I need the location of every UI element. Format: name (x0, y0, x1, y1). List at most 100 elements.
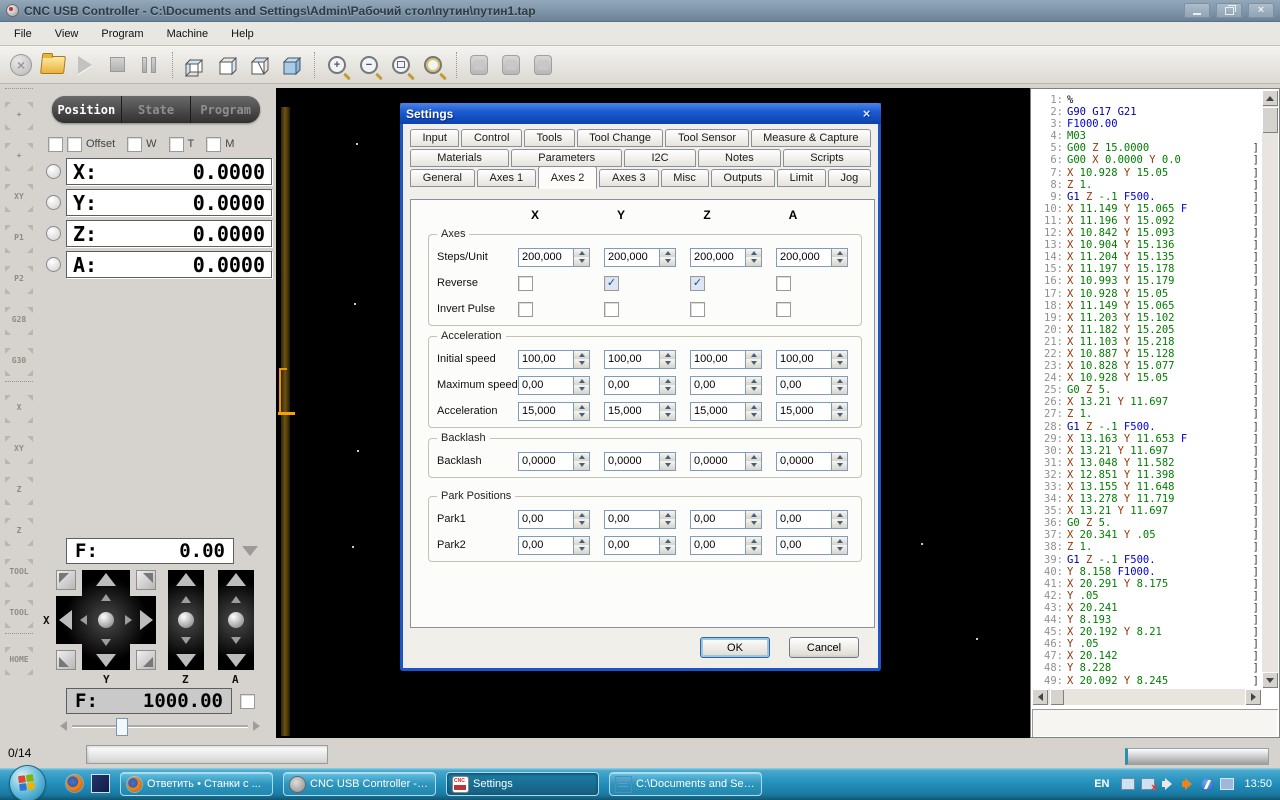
side-button-g28-5[interactable]: G28 (4, 306, 34, 336)
checkbox-w[interactable] (127, 136, 143, 152)
jog-x-plus-slow-icon[interactable] (125, 615, 132, 625)
gcode-line[interactable]: 24: X 10.928 Y 15.05] (1033, 372, 1261, 384)
axis-radio-z[interactable] (46, 226, 61, 241)
jog-x-minus-icon[interactable] (59, 610, 72, 630)
jog-diagonal-up-right-button[interactable] (136, 570, 156, 590)
gcode-listing[interactable]: 1:% 2: G90 G17 G21 3: F1000.00 4: M03 5: G00 Z 1… (1033, 91, 1261, 690)
menu-file[interactable]: File (12, 26, 34, 42)
checkbox-reverse-a[interactable] (776, 275, 791, 291)
spin-up-icon[interactable] (574, 248, 589, 257)
spin-input-initial-speed-z[interactable]: 100,00 (690, 349, 762, 369)
spin-down-icon[interactable] (660, 545, 675, 554)
tab-measure-capture[interactable]: Measure & Capture (750, 129, 871, 147)
menu-program[interactable]: Program (99, 26, 145, 42)
spin-input-park2-y[interactable]: 0,00 (604, 535, 676, 555)
tab-input[interactable]: Input (410, 129, 460, 147)
spin-down-icon[interactable] (660, 385, 675, 394)
tab-i2c[interactable]: I2C (624, 149, 696, 167)
minimize-button[interactable] (1184, 3, 1210, 18)
power-icon[interactable] (1201, 777, 1215, 791)
cancel-button[interactable]: Cancel (789, 637, 859, 658)
panel-tab-position[interactable]: Position (52, 96, 122, 123)
jog-z-minus-slow-icon[interactable] (181, 637, 191, 644)
jog-diagonal-up-left-button[interactable] (56, 570, 76, 590)
spin-input-park2-a[interactable]: 0,00 (776, 535, 848, 555)
gcode-line[interactable]: 33: X 13.155 Y 11.648] (1033, 481, 1261, 493)
spin-down-icon[interactable] (660, 519, 675, 528)
spin-up-icon[interactable] (660, 350, 675, 359)
spin-down-icon[interactable] (746, 411, 761, 420)
gcode-line[interactable]: 41: X 20.291 Y 8.175] (1033, 578, 1261, 590)
zoom-selection-button[interactable] (418, 50, 448, 80)
spin-up-icon[interactable] (832, 510, 847, 519)
spin-input-backlash-x[interactable]: 0,0000 (518, 451, 590, 471)
slider-thumb[interactable] (116, 718, 128, 736)
gcode-line[interactable]: 34: X 13.278 Y 11.719] (1033, 493, 1261, 505)
spin-down-icon[interactable] (832, 385, 847, 394)
spin-up-icon[interactable] (832, 536, 847, 545)
gcode-line[interactable]: 13: X 10.904 Y 15.136] (1033, 239, 1261, 251)
menu-view[interactable]: View (53, 26, 81, 42)
spin-input-park1-x[interactable]: 0,00 (518, 509, 590, 529)
network-error-icon[interactable] (1141, 778, 1157, 794)
quicklaunch-app-icon[interactable] (92, 775, 109, 792)
gcode-line[interactable]: 23: X 10.828 Y 15.077] (1033, 360, 1261, 372)
tab-axes-1[interactable]: Axes 1 (476, 169, 536, 187)
axis-radio-a[interactable] (46, 257, 61, 272)
tab-control[interactable]: Control (461, 129, 522, 147)
gcode-line[interactable]: 29: X 13.163 Y 11.653 F] (1033, 433, 1261, 445)
side-button-xy-2[interactable]: XY (4, 183, 34, 213)
pause-button[interactable] (134, 50, 164, 80)
horizontal-scroll-thumb[interactable] (1050, 689, 1064, 705)
jog-x-minus-slow-icon[interactable] (80, 615, 87, 625)
taskbar-button-settings[interactable]: Settings (446, 772, 599, 796)
gcode-line[interactable]: 12: X 10.842 Y 15.093] (1033, 227, 1261, 239)
tab-limit[interactable]: Limit (776, 169, 826, 187)
spin-input-maximum-speed-a[interactable]: 0,00 (776, 375, 848, 395)
view-solid-button[interactable] (276, 50, 306, 80)
spin-down-icon[interactable] (574, 411, 589, 420)
jog-diagonal-down-left-button[interactable] (56, 650, 76, 670)
tab-jog[interactable]: Jog (827, 169, 872, 187)
spin-input-maximum-speed-z[interactable]: 0,00 (690, 375, 762, 395)
dialog-titlebar[interactable]: Settings × (400, 103, 881, 124)
side-button-xy-8[interactable]: XY (4, 435, 34, 465)
spin-down-icon[interactable] (574, 545, 589, 554)
spin-up-icon[interactable] (574, 536, 589, 545)
checkbox-invert-pulse-y[interactable] (604, 301, 619, 317)
side-button-home-13[interactable]: HOME (4, 646, 34, 676)
taskbar-button-c-documents-and-sett[interactable]: C:\Documents and Sett... (609, 772, 762, 796)
spin-up-icon[interactable] (746, 376, 761, 385)
gcode-line[interactable]: 21: X 11.103 Y 15.218] (1033, 336, 1261, 348)
gcode-line[interactable]: 10: X 11.149 Y 15.065 F] (1033, 203, 1261, 215)
spin-up-icon[interactable] (660, 510, 675, 519)
spin-down-icon[interactable] (660, 359, 675, 368)
jog-y-minus-icon[interactable] (96, 654, 116, 667)
monitor-audio-icon[interactable] (1121, 778, 1136, 790)
side-button-x-7[interactable]: X (4, 394, 34, 424)
gcode-line[interactable]: 49: X 20.092 Y 8.245] (1033, 675, 1261, 687)
spin-up-icon[interactable] (832, 350, 847, 359)
tab-notes[interactable]: Notes (697, 149, 781, 167)
spin-down-icon[interactable] (574, 257, 589, 266)
slider-right-icon[interactable] (253, 721, 260, 731)
spin-up-icon[interactable] (574, 350, 589, 359)
spin-up-icon[interactable] (746, 248, 761, 257)
spin-down-icon[interactable] (832, 519, 847, 528)
feed-dropdown-button[interactable] (242, 546, 258, 556)
side-button-z-9[interactable]: Z (4, 476, 34, 506)
gcode-line[interactable]: 18: X 11.149 Y 15.065] (1033, 300, 1261, 312)
spin-input-steps-unit-z[interactable]: 200,000 (690, 247, 762, 267)
gcode-line[interactable]: 19: X 11.203 Y 15.102] (1033, 312, 1261, 324)
gcode-line[interactable]: 25: G0 Z 5.] (1033, 384, 1261, 396)
gcode-line[interactable]: 35: X 13.21 Y 11.697] (1033, 505, 1261, 517)
menu-machine[interactable]: Machine (165, 26, 211, 42)
gcode-line[interactable]: 48: Y 8.228] (1033, 662, 1261, 674)
spin-input-initial-speed-x[interactable]: 100,00 (518, 349, 590, 369)
gcode-line[interactable]: 38: Z 1.] (1033, 541, 1261, 553)
jog-z-plus-icon[interactable] (176, 573, 196, 586)
gcode-line[interactable]: 26: X 13.21 Y 11.697] (1033, 396, 1261, 408)
spin-down-icon[interactable] (574, 461, 589, 470)
gcode-line[interactable]: 27: Z 1.] (1033, 408, 1261, 420)
spin-input-initial-speed-a[interactable]: 100,00 (776, 349, 848, 369)
